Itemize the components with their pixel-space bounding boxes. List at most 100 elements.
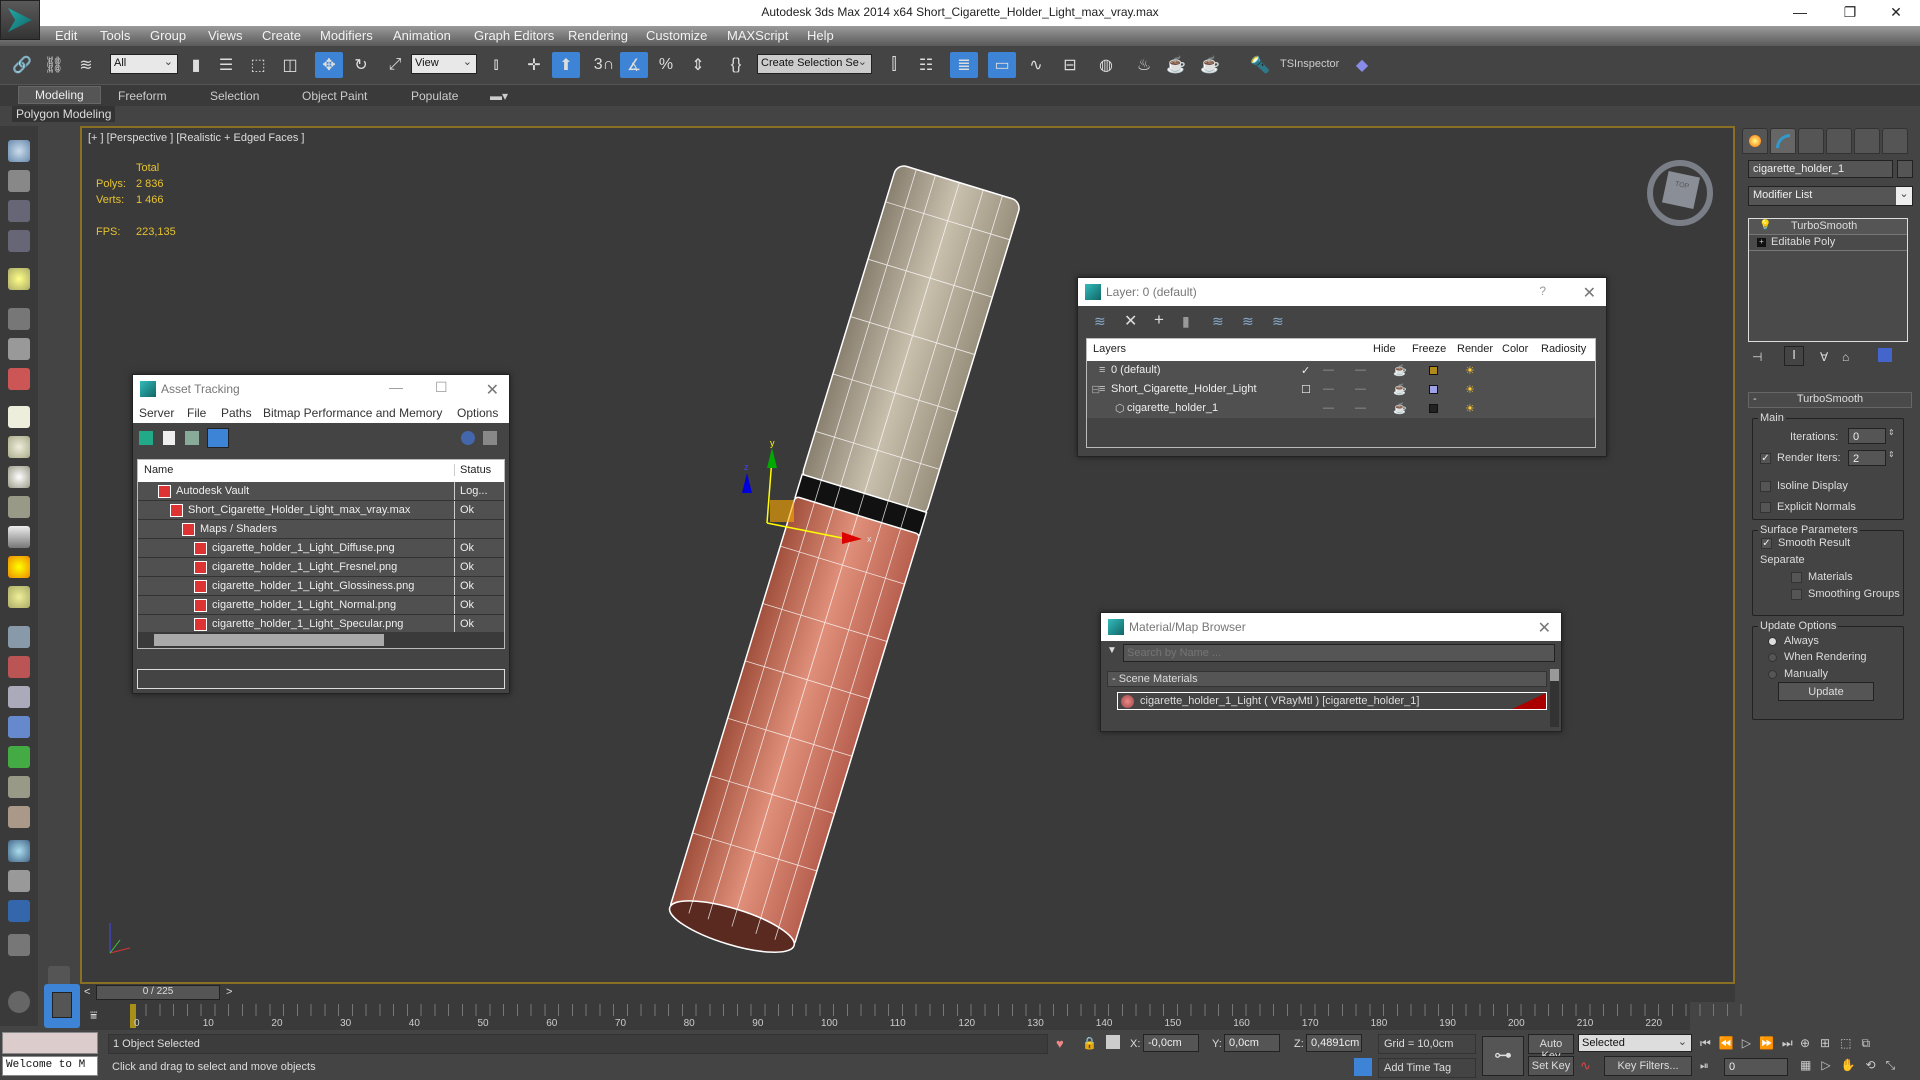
playback-controls[interactable]: ⏮⏪▷⏩⏭	[1700, 1036, 1801, 1051]
menu-file[interactable]: File	[187, 406, 206, 420]
y-coordinate-field[interactable]: 0,0cm	[1224, 1034, 1280, 1052]
hierarchy-tab-icon[interactable]	[1798, 128, 1824, 154]
delete-layer-icon[interactable]: ✕	[1124, 311, 1137, 331]
toggle-ribbon-icon[interactable]: ▭	[988, 52, 1016, 78]
current-frame-field[interactable]: 0	[1724, 1058, 1788, 1076]
create-tab-icon[interactable]	[1742, 128, 1768, 154]
isolate-icon[interactable]: ♥	[1056, 1036, 1064, 1051]
auto-key-button[interactable]: Auto Key	[1528, 1034, 1574, 1062]
materials-checkbox[interactable]	[1791, 572, 1802, 583]
radiosity-sun-icon[interactable]: ☀	[1465, 402, 1475, 415]
menu-rendering[interactable]: Rendering	[568, 28, 628, 43]
sun-icon[interactable]	[8, 556, 30, 578]
stack-item-editable-poly[interactable]: + Editable Poly	[1749, 235, 1907, 251]
material-search-input[interactable]	[1123, 644, 1555, 662]
layer-row[interactable]: ⬡ cigarette_holder_1 — — ☕ ☀	[1087, 399, 1595, 418]
object-color-swatch[interactable]	[1897, 160, 1913, 178]
area-light-icon[interactable]	[8, 406, 30, 428]
spinner-arrows-icon[interactable]: ⇕	[1888, 428, 1898, 444]
select-by-name-icon[interactable]: ☰	[212, 52, 240, 78]
show-end-result-icon[interactable]: I	[1784, 346, 1804, 366]
ribbon-tab-selection[interactable]: Selection	[210, 89, 259, 103]
scrollbar-thumb[interactable]	[154, 634, 384, 646]
asset-row[interactable]: cigarette_holder_1_Light_Fresnel.png Ok	[138, 558, 504, 577]
sky-icon[interactable]	[8, 586, 30, 608]
render-production-icon[interactable]: ☕	[1196, 52, 1224, 78]
schematic-view-icon[interactable]: ⊟	[1056, 52, 1084, 78]
tsinspector-grid-icon[interactable]: ◆	[1348, 52, 1376, 78]
column-color[interactable]: Color	[1502, 343, 1528, 355]
asset-path-field[interactable]	[137, 669, 505, 689]
render-iters-checkbox[interactable]: ✓	[1760, 453, 1771, 464]
column-freeze[interactable]: Freeze	[1412, 343, 1446, 355]
panel-icon[interactable]	[8, 200, 30, 222]
menu-views[interactable]: Views	[208, 28, 242, 43]
utilities-tab-icon[interactable]	[1882, 128, 1908, 154]
smooth-result-checkbox[interactable]: ✓	[1761, 538, 1772, 549]
y-axis-arrow-icon[interactable]	[767, 448, 777, 468]
freeze-toggle[interactable]: —	[1355, 402, 1366, 414]
menu-customize[interactable]: Customize	[646, 28, 707, 43]
add-to-layer-icon[interactable]: +	[1154, 310, 1164, 330]
tree-view-icon[interactable]	[185, 431, 199, 445]
light-lister-icon[interactable]	[8, 268, 30, 290]
plant-icon[interactable]	[8, 746, 30, 768]
new-layer-icon[interactable]: ≋	[1094, 313, 1106, 330]
close-button[interactable]: ✕	[486, 380, 499, 400]
asset-row[interactable]: Autodesk Vault Log...	[138, 482, 504, 501]
remove-modifier-icon[interactable]: ⌂	[1842, 350, 1849, 364]
render-teapot-icon[interactable]: ☕	[1393, 364, 1407, 377]
menu-graph-editors[interactable]: Graph Editors	[474, 28, 554, 43]
vertical-scrollbar[interactable]	[1550, 669, 1559, 727]
explicit-normals-checkbox[interactable]	[1760, 502, 1771, 513]
x-coordinate-field[interactable]: -0,0cm	[1143, 1034, 1199, 1052]
minimize-button[interactable]: —	[389, 379, 403, 395]
current-layer-indicator[interactable]: ✓	[1301, 364, 1310, 377]
teapot-icon[interactable]	[8, 140, 30, 162]
stereo-camera-icon[interactable]	[8, 368, 30, 390]
shell-icon[interactable]	[8, 806, 30, 828]
flashlight-icon[interactable]: 🔦	[1246, 52, 1274, 78]
turbosmooth-rollout-header[interactable]: - TurboSmooth	[1748, 392, 1912, 408]
menu-bitmap-performance[interactable]: Bitmap Performance and Memory	[263, 406, 442, 420]
menu-help[interactable]: Help	[807, 28, 834, 43]
camera-half-icon[interactable]	[8, 338, 30, 360]
freeze-toggle[interactable]: —	[1355, 364, 1366, 376]
menu-paths[interactable]: Paths	[221, 406, 252, 420]
menu-edit[interactable]: Edit	[55, 28, 77, 43]
make-unique-icon[interactable]: ∀	[1820, 350, 1828, 364]
menu-tools[interactable]: Tools	[100, 28, 130, 43]
viewcube-top-face[interactable]: TOP	[1662, 171, 1700, 209]
horizontal-scrollbar[interactable]	[138, 632, 504, 648]
restore-button[interactable]: ❐	[1830, 4, 1870, 21]
z-coordinate-field[interactable]: 0,4891cm	[1306, 1034, 1362, 1052]
hide-toggle[interactable]: —	[1323, 383, 1334, 395]
current-layer-indicator[interactable]: ☐	[1301, 383, 1311, 396]
molecule-icon[interactable]	[8, 656, 30, 678]
radiosity-sun-icon[interactable]: ☀	[1465, 364, 1475, 377]
radiosity-sun-icon[interactable]: ☀	[1465, 383, 1475, 396]
object-name-field[interactable]: cigarette_holder_1	[1748, 160, 1893, 178]
help-icon[interactable]	[8, 991, 30, 1013]
menu-animation[interactable]: Animation	[393, 28, 451, 43]
menu-modifiers[interactable]: Modifiers	[320, 28, 373, 43]
ribbon-tab-populate[interactable]: Populate	[411, 89, 458, 103]
render-iters-spinner[interactable]: 2	[1848, 450, 1886, 466]
expand-icon[interactable]: +	[1757, 238, 1766, 247]
modifier-list-dropdown[interactable]: Modifier List ⌄	[1748, 186, 1913, 206]
layout-icon[interactable]	[8, 230, 30, 252]
column-radiosity[interactable]: Radiosity	[1541, 343, 1586, 355]
iterations-spinner[interactable]: 0	[1848, 428, 1886, 444]
layer-row[interactable]: ⊟ ≡ Short_Cigarette_Holder_Light ☐ — — ☕ ☀	[1087, 380, 1595, 399]
window-crossing-icon[interactable]: ◫	[276, 52, 304, 78]
always-radio[interactable]	[1768, 637, 1777, 646]
viewport-nav-bottom[interactable]: ▦▷✋⟲⤡	[1800, 1058, 1905, 1073]
freeze-toggle[interactable]: —	[1355, 383, 1366, 395]
ribbon-tab-object-paint[interactable]: Object Paint	[302, 89, 367, 103]
sphere-icon[interactable]	[8, 840, 30, 862]
time-slider[interactable]: < 0 / 225 >	[80, 984, 1735, 1002]
unlink-icon[interactable]: ⛓	[40, 52, 68, 78]
spinner-snap-icon[interactable]: ⇕	[684, 52, 712, 78]
utility-icon[interactable]	[8, 934, 30, 956]
viewcube[interactable]: TOP	[1647, 160, 1713, 226]
